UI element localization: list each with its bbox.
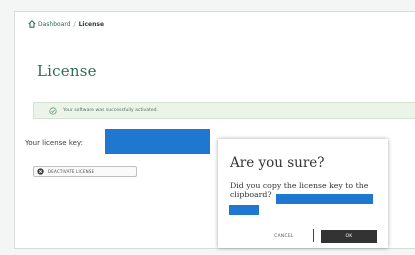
dialog-redaction [229, 205, 259, 215]
deactivate-license-label: DEACTIVATE LICENSE [48, 169, 95, 174]
license-key-redaction [105, 129, 210, 154]
page-title: License [37, 62, 97, 80]
ok-button[interactable]: OK [321, 230, 377, 243]
deactivate-license-button[interactable]: DEACTIVATE LICENSE [33, 166, 137, 177]
alert-message: Your software was successfully activated… [63, 108, 159, 113]
breadcrumb-separator: / [73, 20, 76, 28]
breadcrumb: Dashboard / License [28, 19, 104, 29]
dialog-title: Are you sure? [230, 155, 325, 171]
check-circle-icon [49, 106, 57, 115]
breadcrumb-current: License [78, 20, 105, 28]
breadcrumb-home-link[interactable]: Dashboard [38, 21, 71, 28]
close-circle-icon [37, 168, 44, 175]
success-alert: Your software was successfully activated… [33, 102, 415, 119]
cancel-button[interactable]: CANCEL [258, 230, 310, 243]
button-divider [313, 229, 314, 242]
license-key-label: Your license key: [25, 139, 83, 147]
dialog-redaction [276, 194, 373, 204]
home-icon[interactable] [28, 20, 36, 28]
